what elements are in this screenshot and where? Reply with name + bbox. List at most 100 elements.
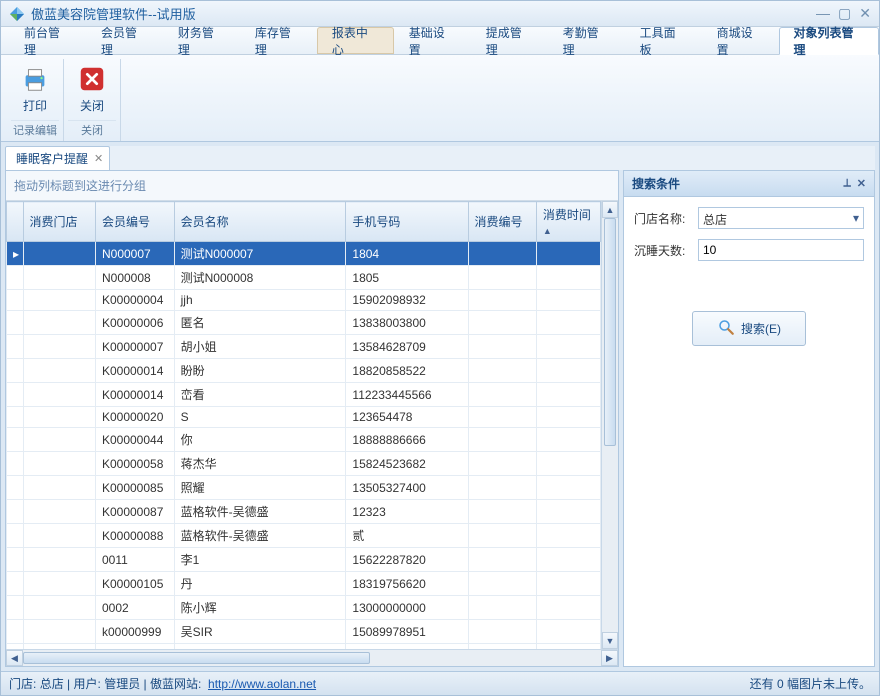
- cell-store[interactable]: [23, 290, 95, 311]
- menu-object-list[interactable]: 对象列表管理: [779, 27, 879, 55]
- cell-consume_time[interactable]: [536, 359, 600, 383]
- cell-consume_time[interactable]: [536, 476, 600, 500]
- cell-consume_no[interactable]: [468, 242, 536, 266]
- menu-commission[interactable]: 提成管理: [471, 27, 548, 54]
- status-site-link[interactable]: http://www.aolan.net: [208, 677, 316, 691]
- days-input[interactable]: [698, 239, 864, 261]
- cell-phone[interactable]: 12323: [346, 500, 468, 524]
- col-member-name[interactable]: 会员名称: [174, 202, 346, 242]
- scroll-down-button[interactable]: ▼: [602, 632, 618, 649]
- menu-basic-settings[interactable]: 基础设置: [394, 27, 471, 54]
- menu-finance[interactable]: 财务管理: [163, 27, 240, 54]
- col-consume-time[interactable]: 消费时间: [536, 202, 600, 242]
- cell-consume_time[interactable]: [536, 620, 600, 644]
- scroll-up-button[interactable]: ▲: [602, 201, 618, 218]
- cell-member_no[interactable]: K00000087: [95, 500, 174, 524]
- menu-member-mgmt[interactable]: 会员管理: [86, 27, 163, 54]
- cell-consume_no[interactable]: [468, 572, 536, 596]
- cell-member_name[interactable]: 蓝格软件-吴德盛: [174, 500, 346, 524]
- cell-member_no[interactable]: K00000085: [95, 476, 174, 500]
- cell-phone[interactable]: 1804: [346, 242, 468, 266]
- table-row[interactable]: k00000999吴SIR15089978951: [7, 620, 601, 644]
- cell-store[interactable]: [23, 359, 95, 383]
- cell-phone[interactable]: 15902098932: [346, 290, 468, 311]
- cell-consume_time[interactable]: [536, 335, 600, 359]
- table-row[interactable]: 0011李115622287820: [7, 548, 601, 572]
- cell-member_name[interactable]: 你: [174, 428, 346, 452]
- cell-consume_no[interactable]: [468, 548, 536, 572]
- cell-phone[interactable]: 15824523682: [346, 452, 468, 476]
- cell-member_no[interactable]: K00000020: [95, 407, 174, 428]
- table-row[interactable]: K00000006匿名13838003800: [7, 311, 601, 335]
- table-row[interactable]: K00000088蓝格软件-吴德盛贰: [7, 524, 601, 548]
- cell-member_no[interactable]: K00000044: [95, 428, 174, 452]
- scroll-right-button[interactable]: ▶: [601, 650, 618, 666]
- horizontal-scrollbar[interactable]: ◀ ▶: [6, 649, 618, 666]
- cell-consume_no[interactable]: [468, 311, 536, 335]
- cell-member_no[interactable]: K00000105: [95, 572, 174, 596]
- table-row[interactable]: K00000020S123654478: [7, 407, 601, 428]
- doc-tab-close-icon[interactable]: ✕: [94, 152, 103, 165]
- cell-member_name[interactable]: 盼盼: [174, 359, 346, 383]
- panel-close-icon[interactable]: ✕: [857, 177, 866, 190]
- cell-consume_no[interactable]: [468, 524, 536, 548]
- cell-member_name[interactable]: 峦看: [174, 383, 346, 407]
- cell-member_name[interactable]: S: [174, 407, 346, 428]
- cell-member_name[interactable]: 蓝格软件-吴德盛: [174, 524, 346, 548]
- cell-phone[interactable]: 13838003800: [346, 311, 468, 335]
- cell-phone[interactable]: 18820858522: [346, 359, 468, 383]
- cell-consume_no[interactable]: [468, 359, 536, 383]
- table-row[interactable]: K00000014盼盼18820858522: [7, 359, 601, 383]
- menu-reports[interactable]: 报表中心: [317, 27, 394, 54]
- table-row[interactable]: K00000058蒋杰华15824523682: [7, 452, 601, 476]
- cell-member_no[interactable]: 0002: [95, 596, 174, 620]
- table-row[interactable]: K00000007胡小姐13584628709: [7, 335, 601, 359]
- cell-store[interactable]: [23, 548, 95, 572]
- search-button[interactable]: 搜索(E): [692, 311, 806, 346]
- cell-member_no[interactable]: K00000014: [95, 383, 174, 407]
- print-button[interactable]: 打印: [11, 59, 59, 118]
- cell-consume_time[interactable]: [536, 500, 600, 524]
- cell-store[interactable]: [23, 524, 95, 548]
- cell-store[interactable]: [23, 476, 95, 500]
- cell-phone[interactable]: 15622287820: [346, 548, 468, 572]
- cell-consume_time[interactable]: [536, 266, 600, 290]
- store-select[interactable]: 总店: [698, 207, 864, 229]
- cell-store[interactable]: [23, 452, 95, 476]
- cell-consume_time[interactable]: [536, 644, 600, 650]
- cell-store[interactable]: [23, 407, 95, 428]
- cell-member_name[interactable]: jjh: [174, 290, 346, 311]
- cell-consume_no[interactable]: [468, 407, 536, 428]
- cell-member_name[interactable]: 蒋杰华: [174, 452, 346, 476]
- col-store[interactable]: 消费门店: [23, 202, 95, 242]
- cell-store[interactable]: [23, 383, 95, 407]
- menu-mall-settings[interactable]: 商城设置: [702, 27, 779, 54]
- cell-consume_no[interactable]: [468, 644, 536, 650]
- cell-member_no[interactable]: K00000014: [95, 359, 174, 383]
- cell-member_name[interactable]: 吴SIR: [174, 620, 346, 644]
- cell-phone[interactable]: 15089978951: [346, 620, 468, 644]
- cell-member_no[interactable]: K00000006: [95, 311, 174, 335]
- cell-consume_no[interactable]: [468, 596, 536, 620]
- cell-store[interactable]: [23, 266, 95, 290]
- table-row[interactable]: N000008测试N0000081805: [7, 266, 601, 290]
- cell-member_no[interactable]: K00000058: [95, 452, 174, 476]
- table-row[interactable]: 0002陈小辉13000000000: [7, 596, 601, 620]
- cell-member_name[interactable]: 照耀: [174, 476, 346, 500]
- close-doc-button[interactable]: 关闭: [68, 59, 116, 118]
- close-button[interactable]: ✕: [859, 5, 871, 22]
- menu-front-desk[interactable]: 前台管理: [9, 27, 86, 54]
- cell-store[interactable]: [23, 242, 95, 266]
- cell-member_no[interactable]: K00000004: [95, 290, 174, 311]
- cell-store[interactable]: [23, 500, 95, 524]
- cell-consume_no[interactable]: [468, 500, 536, 524]
- cell-store[interactable]: [23, 596, 95, 620]
- table-row[interactable]: K00000014峦看112233445566: [7, 383, 601, 407]
- menu-attendance[interactable]: 考勤管理: [548, 27, 625, 54]
- col-phone[interactable]: 手机号码: [346, 202, 468, 242]
- cell-store[interactable]: [23, 428, 95, 452]
- cell-consume_time[interactable]: [536, 428, 600, 452]
- cell-store[interactable]: [23, 620, 95, 644]
- table-row[interactable]: K00000105丹18319756620: [7, 572, 601, 596]
- cell-member_no[interactable]: K00000088: [95, 524, 174, 548]
